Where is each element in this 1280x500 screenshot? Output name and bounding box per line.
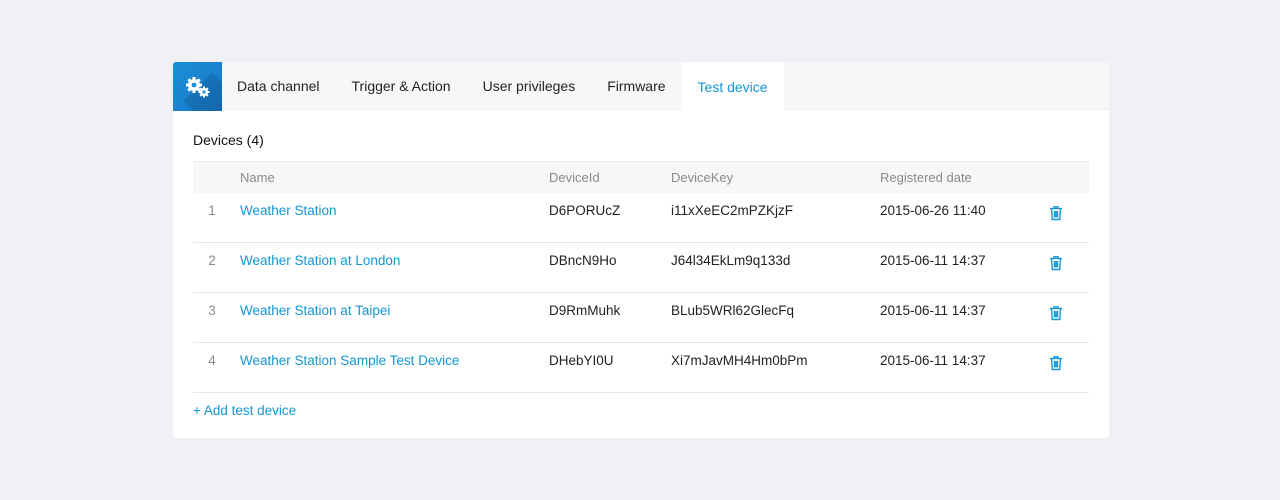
trash-icon[interactable] <box>1049 355 1063 371</box>
device-name-cell: Weather Station Sample Test Device <box>231 343 549 393</box>
delete-cell <box>1049 293 1089 343</box>
column-header-name: Name <box>231 161 549 193</box>
devices-title: Devices (4) <box>193 132 264 148</box>
device-id-cell: DHebYI0U <box>549 353 614 368</box>
column-header-index <box>193 161 231 193</box>
device-name-link[interactable]: Weather Station Sample Test Device <box>240 353 459 368</box>
tab-label: Trigger & Action <box>351 77 451 94</box>
tab-content: Devices (4) Name DeviceId DeviceKey Regi… <box>173 110 1109 420</box>
device-id-cell: D9RmMuhk <box>549 303 621 318</box>
device-panel: Data channel Trigger & Action User privi… <box>173 62 1109 438</box>
device-key-cell: BLub5WRl62GlecFq <box>671 303 795 318</box>
tab-label: Firmware <box>607 77 666 94</box>
trash-icon[interactable] <box>1049 305 1063 321</box>
column-header-device-id: DeviceId <box>549 161 671 193</box>
column-header-registered-date: Registered date <box>880 161 1049 193</box>
device-name-cell: Weather Station at Taipei <box>231 293 549 343</box>
registered-date-cell: 2015-06-11 14:37 <box>880 303 986 318</box>
device-id-cell: D6PORUcZ <box>549 202 621 218</box>
tab-trigger-action[interactable]: Trigger & Action <box>336 62 467 109</box>
device-name-link[interactable]: Weather Station at London <box>240 253 400 268</box>
row-index: 4 <box>208 353 216 368</box>
device-key-cell: i11xXeEC2mPZKjzF <box>671 202 794 218</box>
tab-label: Test device <box>697 78 768 95</box>
registered-date-cell: 2015-06-26 11:40 <box>880 202 986 218</box>
device-name-cell: Weather Station <box>231 193 549 243</box>
device-key-cell: J64l34EkLm9q133d <box>671 253 791 268</box>
tab-bar: Data channel Trigger & Action User privi… <box>173 62 1109 111</box>
device-name-cell: Weather Station at London <box>231 243 549 293</box>
column-header-actions <box>1049 161 1089 193</box>
devices-table: Name DeviceId DeviceKey Registered date … <box>193 161 1089 393</box>
table-header-row: Name DeviceId DeviceKey Registered date <box>193 161 1089 193</box>
table-row: 1 Weather Station D6PORUcZ i11xXeEC2mPZK… <box>193 193 1089 243</box>
tab-label: Data channel <box>237 77 320 94</box>
table-row: 3 Weather Station at Taipei D9RmMuhk BLu… <box>193 293 1089 343</box>
registered-date-cell: 2015-06-11 14:37 <box>880 353 986 368</box>
device-id-cell: DBncN9Ho <box>549 253 617 268</box>
row-index: 3 <box>208 303 216 318</box>
delete-cell <box>1049 193 1089 243</box>
table-row: 4 Weather Station Sample Test Device DHe… <box>193 343 1089 393</box>
gears-icon <box>173 62 222 111</box>
table-row: 2 Weather Station at London DBncN9Ho J64… <box>193 243 1089 293</box>
row-index: 2 <box>208 253 216 268</box>
tab-user-privileges[interactable]: User privileges <box>467 62 592 109</box>
tab-firmware[interactable]: Firmware <box>591 62 681 109</box>
device-key-cell: Xi7mJavMH4Hm0bPm <box>671 353 808 368</box>
tab-label: User privileges <box>482 77 576 94</box>
add-test-device-link[interactable]: + Add test device <box>193 403 296 418</box>
column-header-device-key: DeviceKey <box>671 161 880 193</box>
device-name-link[interactable]: Weather Station at Taipei <box>240 303 390 318</box>
delete-cell <box>1049 243 1089 293</box>
delete-cell <box>1049 343 1089 393</box>
device-name-link[interactable]: Weather Station <box>240 203 337 218</box>
trash-icon[interactable] <box>1049 205 1063 221</box>
trash-icon[interactable] <box>1049 255 1063 271</box>
row-index: 1 <box>208 202 216 218</box>
registered-date-cell: 2015-06-11 14:37 <box>880 253 986 268</box>
tab-test-device[interactable]: Test device <box>681 62 784 111</box>
tab-data-channel[interactable]: Data channel <box>222 62 336 109</box>
